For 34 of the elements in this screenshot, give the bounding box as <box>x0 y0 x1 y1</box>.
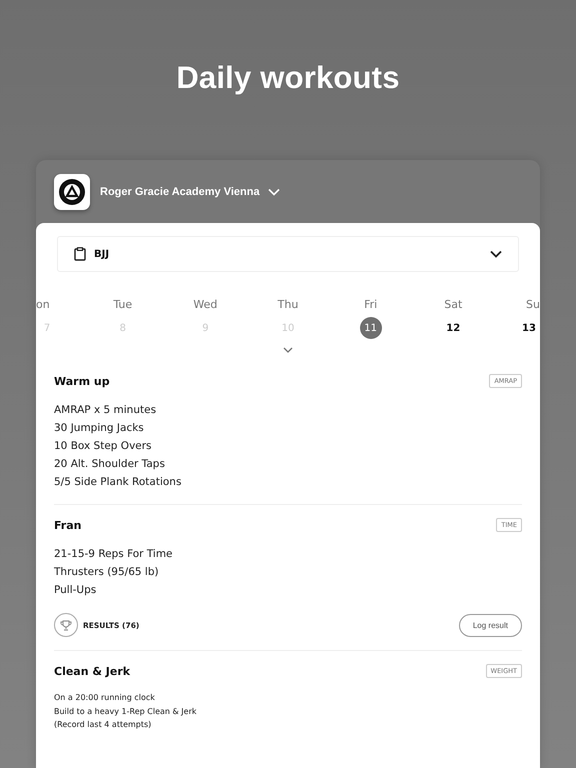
program-dropdown[interactable]: BJJ <box>57 236 519 272</box>
workout-line: Build to a heavy 1-Rep Clean & Jerk <box>54 706 198 718</box>
workout-title: Clean & Jerk <box>54 664 130 678</box>
weekday-label: Tue <box>113 298 132 311</box>
weekday-label: Wed <box>193 298 218 311</box>
workout-title: Fran <box>54 518 82 532</box>
workout-line: Thrusters (95/65 lb) <box>54 565 160 580</box>
chevron-down-icon <box>268 188 280 196</box>
log-result-button[interactable]: Log result <box>458 614 522 636</box>
workout-line: 10 Box Step Overs <box>54 439 153 454</box>
gym-selector[interactable]: Roger Gracie Academy Vienna <box>100 186 280 198</box>
weekday-label: Su <box>526 298 540 311</box>
workout-title: Warm up <box>54 374 110 388</box>
workout-line: 20 Alt. Shoulder Taps <box>54 457 166 472</box>
chevron-down-icon <box>490 250 502 258</box>
weekday-label: Sat <box>444 298 462 311</box>
logo-icon <box>54 174 90 210</box>
weekday-label: on <box>36 298 50 311</box>
trophy-icon[interactable] <box>54 613 78 637</box>
workout-line: 5/5 Side Plank Rotations <box>54 475 182 490</box>
workout-line: On a 20:00 running clock <box>54 692 156 704</box>
workout-line: (Record last 4 attempts) <box>54 719 152 731</box>
clipboard-icon <box>74 247 86 261</box>
weekday-label: Fri <box>364 298 378 311</box>
headline: Daily workouts <box>176 60 400 97</box>
chevron-down-icon[interactable] <box>283 347 293 353</box>
weekday-label: Thu <box>278 298 298 311</box>
workout-line: Pull-Ups <box>54 583 98 598</box>
workout-line: AMRAP x 5 minutes <box>54 403 158 418</box>
workout-line: 30 Jumping Jacks <box>54 421 145 436</box>
workout-line: 21-15-9 Reps For Time <box>54 547 174 562</box>
date-button[interactable]: 11 <box>360 317 382 339</box>
date-button[interactable]: 12 <box>442 317 464 339</box>
date-button[interactable]: 13 <box>518 317 540 339</box>
